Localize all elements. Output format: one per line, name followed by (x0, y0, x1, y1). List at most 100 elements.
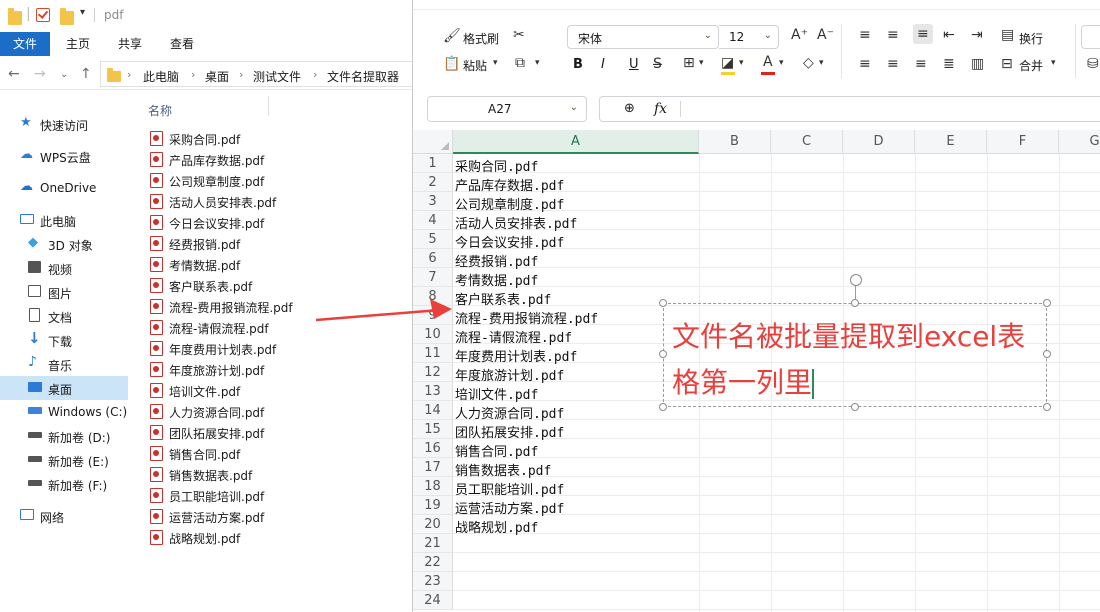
file-list-item[interactable]: 活动人员安排表.pdf (148, 191, 410, 212)
cut-icon[interactable]: ✂ (513, 27, 525, 43)
resize-handle[interactable] (1043, 350, 1051, 358)
cell-style-icon[interactable]: ⛁ (1087, 56, 1099, 72)
customize-toolbar-icon[interactable]: ▾ (80, 7, 85, 18)
resize-handle[interactable] (659, 403, 667, 411)
align-middle-icon[interactable]: ≡ (887, 27, 899, 43)
decrease-font-icon[interactable]: A⁻ (817, 27, 834, 43)
wrap-text-button[interactable]: 换行 (1019, 30, 1043, 47)
sheet-row[interactable]: 产品库存数据.pdf (453, 173, 1100, 194)
file-list-item[interactable]: 公司规章制度.pdf (148, 170, 410, 191)
justify-icon[interactable]: ≣ (943, 56, 955, 72)
resize-handle[interactable] (851, 299, 859, 307)
chevron-down-icon[interactable]: ▾ (535, 58, 540, 68)
resize-handle[interactable] (659, 350, 667, 358)
sheet-row[interactable]: 考情数据.pdf (453, 268, 1100, 289)
clear-format-icon[interactable]: ◇ (803, 55, 814, 71)
up-icon[interactable]: ↑ (80, 66, 92, 82)
borders-icon[interactable]: ⊞ (683, 55, 695, 71)
format-painter-icon[interactable]: 🖌 (443, 28, 461, 44)
row-header[interactable]: 20 (413, 515, 453, 534)
new-folder-icon[interactable] (60, 8, 74, 25)
font-color-icon[interactable]: A (763, 54, 773, 70)
row-header[interactable]: 17 (413, 458, 453, 477)
zoom-formula-icon[interactable]: ⊕ (624, 101, 635, 116)
sheet-row[interactable]: 运营活动方案.pdf (453, 496, 1100, 517)
align-center-icon[interactable]: ≡ (887, 56, 899, 72)
row-header[interactable]: 9 (413, 306, 453, 325)
file-list-item[interactable]: 考情数据.pdf (148, 254, 410, 275)
sidebar-item-onedrive[interactable]: ☁ OneDrive (0, 176, 128, 200)
file-list-item[interactable]: 流程-费用报销流程.pdf (148, 296, 410, 317)
column-header-d[interactable]: D (843, 130, 915, 154)
sidebar-item-desktop[interactable]: 桌面 (0, 376, 128, 400)
breadcrumb-filename-extractor[interactable]: 文件名提取器 (327, 68, 399, 85)
chevron-down-icon[interactable]: ▾ (1051, 58, 1056, 68)
chevron-down-icon[interactable]: ▾ (699, 58, 704, 68)
sidebar-item-this-pc[interactable]: 此电脑 (0, 208, 128, 232)
distributed-icon[interactable]: ▥ (971, 56, 984, 72)
breadcrumb-test-files[interactable]: 测试文件 (253, 68, 301, 85)
resize-handle[interactable] (1043, 403, 1051, 411)
row-header[interactable]: 6 (413, 249, 453, 268)
row-header[interactable]: 8 (413, 287, 453, 306)
file-list-item[interactable]: 流程-请假流程.pdf (148, 317, 410, 338)
column-header-c[interactable]: C (771, 130, 843, 154)
row-header[interactable]: 7 (413, 268, 453, 287)
sheet-row[interactable]: 采购合同.pdf (453, 154, 1100, 175)
column-header-name[interactable]: 名称 (148, 102, 172, 119)
sheet-row[interactable]: 销售数据表.pdf (453, 458, 1100, 479)
font-size-select[interactable]: 12 ⌄ (719, 25, 779, 49)
sidebar-item-network[interactable]: 网络 (0, 504, 128, 528)
select-all-corner[interactable] (413, 130, 453, 154)
row-header[interactable]: 11 (413, 344, 453, 363)
sidebar-item-drive-d[interactable]: 新加卷 (D:) (0, 424, 128, 448)
sheet-row[interactable] (453, 572, 1100, 591)
sheet-row[interactable] (453, 553, 1100, 572)
row-header[interactable]: 18 (413, 477, 453, 496)
row-header[interactable]: 23 (413, 572, 453, 591)
formula-input[interactable]: ⊕ fx (599, 96, 1100, 122)
breadcrumb-this-pc[interactable]: 此电脑 (143, 68, 179, 85)
breadcrumb-desktop[interactable]: 桌面 (205, 68, 229, 85)
sheet-row[interactable] (453, 534, 1100, 553)
sidebar-item-drive-f[interactable]: 新加卷 (F:) (0, 472, 128, 496)
row-header[interactable]: 10 (413, 325, 453, 344)
file-list-item[interactable]: 员工职能培训.pdf (148, 485, 410, 506)
sheet-row[interactable]: 战略规划.pdf (453, 515, 1100, 536)
tab-home[interactable]: 主页 (56, 32, 100, 56)
merge-button[interactable]: 合并 (1019, 57, 1043, 74)
file-list-item[interactable]: 培训文件.pdf (148, 380, 410, 401)
forward-icon[interactable]: → (34, 66, 46, 82)
file-list-item[interactable]: 客户联系表.pdf (148, 275, 410, 296)
align-right-icon[interactable]: ≡ (915, 56, 927, 72)
column-header-f[interactable]: F (987, 130, 1059, 154)
properties-icon[interactable] (36, 8, 50, 22)
paste-icon[interactable]: 📋 (443, 56, 460, 72)
sidebar-item-3d-objects[interactable]: ◆ 3D 对象 (0, 232, 128, 256)
sheet-row[interactable]: 公司规章制度.pdf (453, 192, 1100, 213)
sheet-row[interactable]: 员工职能培训.pdf (453, 477, 1100, 498)
sheet-row[interactable]: 销售合同.pdf (453, 439, 1100, 460)
row-header[interactable]: 14 (413, 401, 453, 420)
fill-color-icon[interactable]: ◪ (721, 55, 734, 71)
sheet-row[interactable]: 经费报销.pdf (453, 249, 1100, 270)
row-header[interactable]: 5 (413, 230, 453, 249)
column-header-a[interactable]: A (453, 130, 699, 154)
file-list-item[interactable]: 采购合同.pdf (148, 128, 410, 149)
font-name-select[interactable]: 宋体 ⌄ (567, 25, 719, 49)
align-bottom-icon[interactable]: ≡ (913, 24, 933, 44)
file-list-item[interactable]: 年度费用计划表.pdf (148, 338, 410, 359)
column-header-g[interactable]: G (1059, 130, 1100, 154)
annotation-textbox[interactable]: 文件名被批量提取到excel表格第一列里 (659, 274, 1051, 411)
increase-font-icon[interactable]: A⁺ (791, 27, 808, 43)
sidebar-item-drive-e[interactable]: 新加卷 (E:) (0, 448, 128, 472)
fx-icon[interactable]: fx (654, 101, 667, 117)
sidebar-item-quick-access[interactable]: ★ 快速访问 (0, 112, 128, 136)
file-list-item[interactable]: 团队拓展安排.pdf (148, 422, 410, 443)
column-header-b[interactable]: B (699, 130, 771, 154)
row-header[interactable]: 2 (413, 173, 453, 192)
row-header[interactable]: 12 (413, 363, 453, 382)
sidebar-item-videos[interactable]: 视频 (0, 256, 128, 280)
sheet-row[interactable] (453, 591, 1100, 610)
sidebar-item-drive-c[interactable]: Windows (C:) (0, 400, 128, 424)
